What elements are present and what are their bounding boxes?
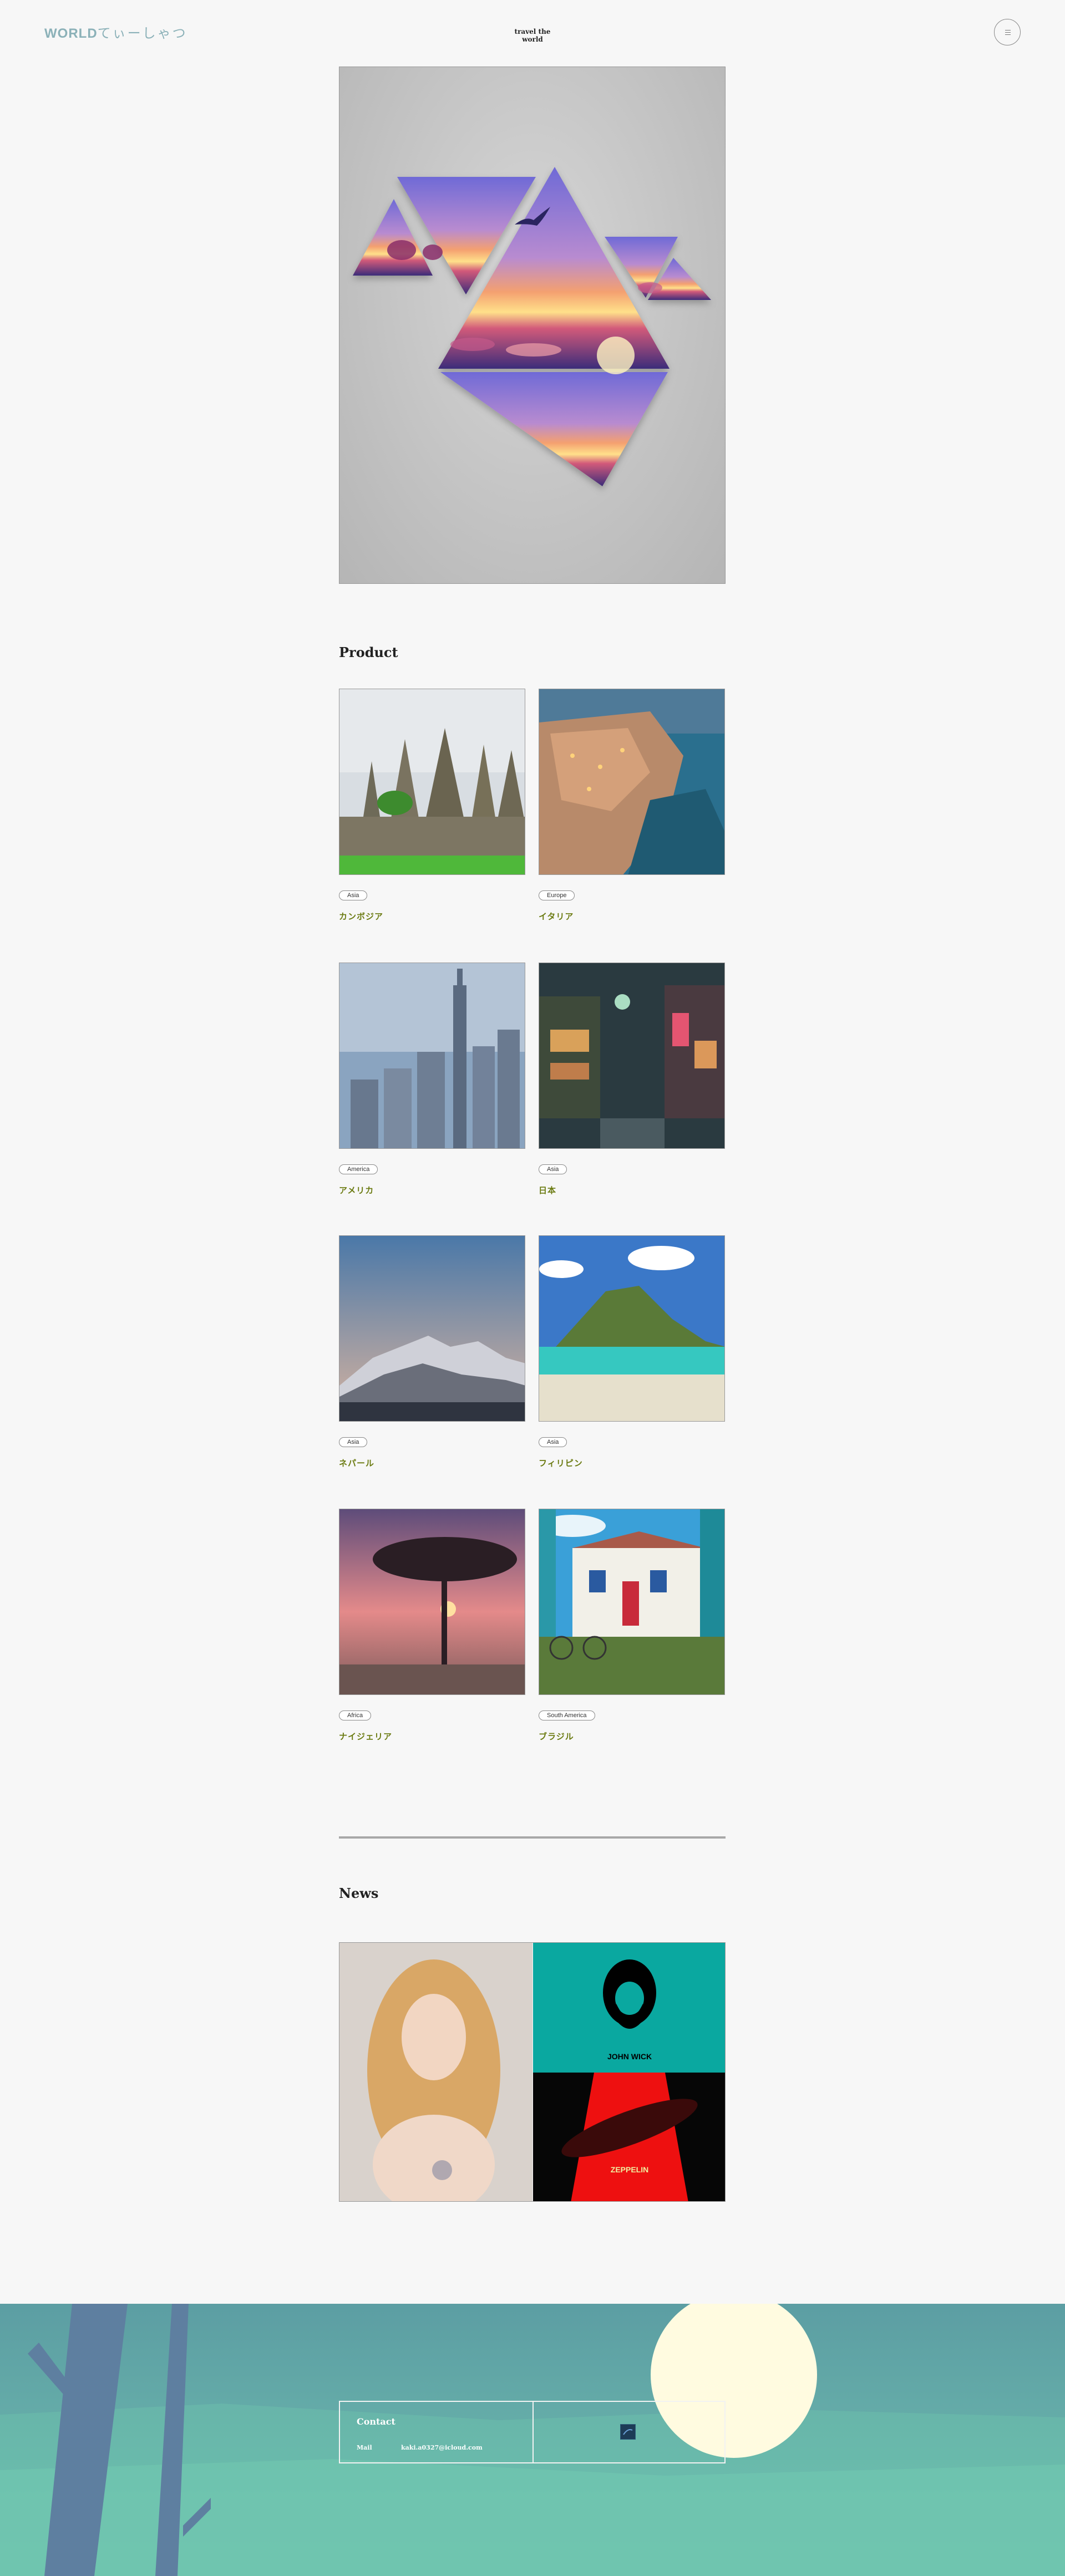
region-badge: America (339, 1164, 378, 1174)
news-section-title: News (339, 1885, 379, 1901)
logo-light-text: てぃーしゃつ (97, 26, 187, 41)
contact-box: Contact Mail kaki.a0327@icloud.com (339, 2401, 726, 2463)
contact-title: Contact (357, 2416, 395, 2427)
product-image-brazil[interactable] (539, 1509, 725, 1695)
mail-label: Mail (357, 2444, 372, 2451)
region-badge: Asia (539, 1164, 567, 1174)
product-image-nepal[interactable] (339, 1235, 525, 1422)
product-section-title: Product (339, 644, 398, 660)
product-card[interactable]: Asia フィリピン (539, 1235, 725, 1469)
region-badge: Asia (339, 1437, 368, 1447)
site-tagline: travel the world (514, 28, 551, 43)
menu-line-icon (1005, 34, 1011, 35)
news-gallery[interactable]: JOHN WICK ZEPPELIN (339, 1942, 726, 2202)
logo-strong-text: WORLD (44, 26, 98, 41)
product-image-america[interactable] (339, 963, 525, 1149)
poster-subtitle-text: ZEPPELIN (611, 2165, 648, 2174)
product-image-philippines[interactable] (539, 1235, 725, 1422)
region-badge: South America (539, 1710, 595, 1720)
product-card[interactable]: Asia ネパール (339, 1235, 525, 1469)
site-logo[interactable]: WORLDてぃーしゃつ (44, 22, 187, 42)
region-badge: Asia (539, 1437, 567, 1447)
news-image-portrait[interactable] (339, 1943, 532, 2201)
social-icon[interactable] (620, 2424, 636, 2440)
contact-divider (532, 2402, 534, 2462)
region-badge: Africa (339, 1710, 372, 1720)
product-name[interactable]: 日本 (539, 1184, 725, 1196)
site-header: WORLDてぃーしゃつ travel the world (0, 0, 1065, 65)
news-image-john-wick[interactable]: JOHN WICK (533, 1943, 725, 2073)
product-name[interactable]: ナイジェリア (339, 1730, 525, 1742)
product-name[interactable]: イタリア (539, 910, 725, 922)
region-badge: Asia (339, 890, 368, 900)
product-card[interactable]: America アメリカ (339, 963, 525, 1196)
product-name[interactable]: アメリカ (339, 1184, 525, 1196)
product-name[interactable]: ブラジル (539, 1730, 725, 1742)
hamburger-menu-button[interactable] (994, 19, 1021, 45)
product-name[interactable]: カンボジア (339, 910, 525, 922)
news-image-zeppelin[interactable]: ZEPPELIN (533, 2073, 725, 2201)
product-image-cambodia[interactable] (339, 689, 525, 875)
menu-line-icon (1005, 32, 1011, 33)
poster-title-text: JOHN WICK (607, 2052, 652, 2061)
mail-link[interactable]: kaki.a0327@icloud.com (401, 2444, 483, 2451)
product-card[interactable]: Asia カンボジア (339, 689, 525, 922)
product-name[interactable]: ネパール (339, 1457, 525, 1469)
product-image-nigeria[interactable] (339, 1509, 525, 1695)
product-image-japan[interactable] (539, 963, 725, 1149)
product-card[interactable]: Africa ナイジェリア (339, 1509, 525, 1742)
section-divider (339, 1836, 726, 1839)
product-image-italy[interactable] (539, 689, 725, 875)
product-name[interactable]: フィリピン (539, 1457, 725, 1469)
region-badge: Europe (539, 890, 575, 900)
hero-image (339, 67, 726, 584)
product-card[interactable]: Europe イタリア (539, 689, 725, 922)
product-card[interactable]: Asia 日本 (539, 963, 725, 1196)
triangles-sunset-illustration (353, 167, 711, 486)
product-card[interactable]: South America ブラジル (539, 1509, 725, 1742)
